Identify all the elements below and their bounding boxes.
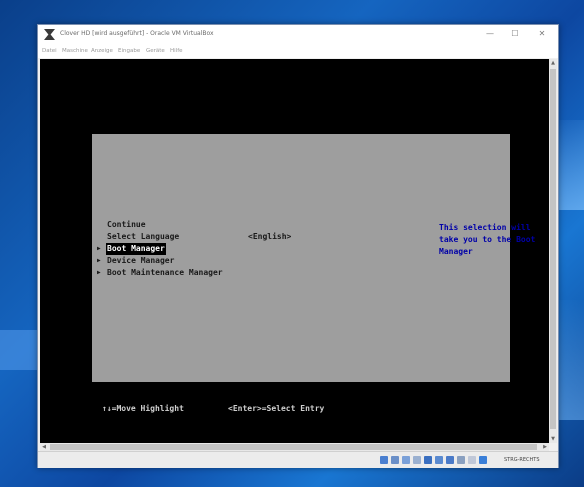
scroll-down-arrow-icon[interactable]: ▼: [549, 435, 557, 443]
close-button[interactable]: ✕: [535, 28, 549, 40]
bios-footer-move: ↑↓=Move Highlight: [102, 404, 184, 413]
submenu-arrow-icon: ▶: [97, 257, 101, 264]
menu-geraete[interactable]: Geräte: [146, 48, 165, 54]
minimize-button[interactable]: —: [483, 28, 497, 40]
desktop-wallpaper-light: [0, 330, 40, 370]
submenu-arrow-icon: ▶: [97, 269, 101, 276]
menu-eingabe[interactable]: Eingabe: [118, 48, 140, 54]
status-bar: STRG-RECHTS: [38, 451, 558, 468]
shared-folders-icon[interactable]: [435, 456, 443, 464]
network-icon[interactable]: [413, 456, 421, 464]
title-bar[interactable]: Clover HD [wird ausgeführt] - Oracle VM …: [38, 25, 558, 45]
scroll-up-arrow-icon[interactable]: ▲: [549, 59, 557, 67]
virtualbox-window: Clover HD [wird ausgeführt] - Oracle VM …: [37, 24, 559, 468]
menu-maschine[interactable]: Maschine: [62, 48, 88, 54]
bios-help-text: This selection will take you to the Boot…: [439, 223, 536, 256]
horizontal-scrollbar[interactable]: ◀ ▶: [40, 443, 549, 451]
vertical-scrollbar[interactable]: ▲ ▼: [549, 59, 557, 443]
hard-disk-icon[interactable]: [380, 456, 388, 464]
display-icon[interactable]: [446, 456, 454, 464]
menu-bar: Datei Maschine Anzeige Eingabe Geräte Hi…: [38, 45, 558, 58]
cpu-icon[interactable]: [468, 456, 476, 464]
audio-icon[interactable]: [402, 456, 410, 464]
menu-datei[interactable]: Datei: [42, 48, 57, 54]
maximize-button[interactable]: ☐: [508, 28, 522, 40]
bios-item-boot-manager[interactable]: Boot Manager: [106, 243, 166, 255]
mouse-integration-icon[interactable]: [479, 456, 487, 464]
bios-item-select-language[interactable]: Select Language: [107, 231, 179, 243]
bios-language-value[interactable]: <English>: [248, 231, 291, 243]
recording-icon[interactable]: [457, 456, 465, 464]
bios-item-device-manager[interactable]: Device Manager: [107, 255, 174, 267]
virtualbox-app-icon: [44, 29, 55, 40]
menu-anzeige[interactable]: Anzeige: [91, 48, 113, 54]
vm-screen[interactable]: Continue Select Language <English> ▶ Boo…: [40, 59, 549, 443]
scroll-left-arrow-icon[interactable]: ◀: [40, 443, 48, 451]
bios-footer-select: <Enter>=Select Entry: [228, 404, 325, 413]
horizontal-scroll-thumb[interactable]: [50, 444, 537, 450]
usb-icon[interactable]: [424, 456, 432, 464]
optical-drive-icon[interactable]: [391, 456, 399, 464]
bios-item-continue[interactable]: Continue: [107, 219, 146, 231]
window-title: Clover HD [wird ausgeführt] - Oracle VM …: [60, 30, 214, 37]
bios-item-boot-maintenance-manager[interactable]: Boot Maintenance Manager: [107, 267, 223, 279]
host-key-label: STRG-RECHTS: [504, 457, 540, 463]
vertical-scroll-thumb[interactable]: [550, 69, 556, 429]
submenu-arrow-icon: ▶: [97, 245, 101, 252]
menu-hilfe[interactable]: Hilfe: [170, 48, 183, 54]
bios-main-panel: Continue Select Language <English> ▶ Boo…: [92, 134, 535, 382]
scroll-right-arrow-icon[interactable]: ▶: [541, 443, 549, 451]
